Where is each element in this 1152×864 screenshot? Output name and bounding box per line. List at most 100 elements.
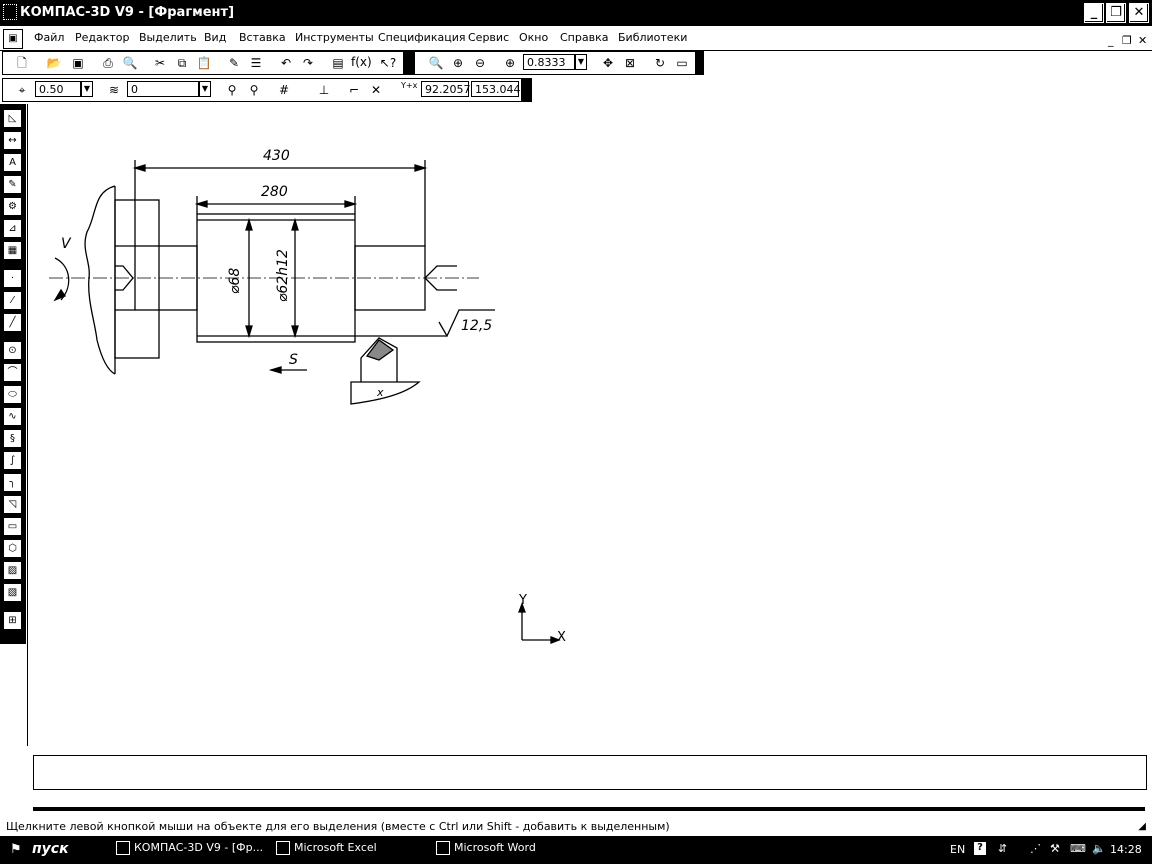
- minimize-button[interactable]: _: [1084, 3, 1104, 23]
- tray-icon-2[interactable]: ⚒: [1050, 842, 1060, 855]
- refresh-icon[interactable]: ↻: [651, 54, 669, 72]
- coord-x-field[interactable]: 92.2057: [421, 81, 471, 97]
- menu-specification[interactable]: Спецификация: [378, 31, 465, 44]
- tool-label: x: [376, 386, 384, 399]
- polyline-icon[interactable]: ∿: [4, 408, 21, 425]
- volume-icon[interactable]: 🔈: [1092, 842, 1106, 855]
- help-pointer-icon[interactable]: ↖?: [379, 54, 397, 72]
- layer-dropdown[interactable]: ▼: [199, 81, 211, 97]
- select-icon[interactable]: ▦: [4, 242, 21, 259]
- variables-button[interactable]: f(x): [351, 55, 372, 69]
- cursor-step-dropdown[interactable]: ▼: [81, 81, 93, 97]
- snap-icon[interactable]: ⚲: [223, 81, 241, 99]
- zoom-value-field[interactable]: 0.8333: [523, 54, 575, 70]
- menu-libraries[interactable]: Библиотеки: [618, 31, 687, 44]
- paste-icon[interactable]: 📋: [195, 54, 213, 72]
- redo-icon[interactable]: ↷: [299, 54, 317, 72]
- task-word[interactable]: Microsoft Word: [436, 841, 586, 855]
- ortho-icon[interactable]: ⌐: [345, 81, 363, 99]
- zoom-dropdown[interactable]: ▼: [575, 54, 587, 70]
- manager-icon[interactable]: ▤: [329, 54, 347, 72]
- menu-select[interactable]: Выделить: [139, 31, 197, 44]
- drawing-area[interactable]: 430 280 ⌀68 ⌀62h12 12,5 S V x Y X: [27, 104, 1152, 746]
- doc-close-button[interactable]: ✕: [1138, 34, 1147, 47]
- chamfer-icon[interactable]: ◹: [4, 496, 21, 513]
- local-snap-icon[interactable]: ⚲: [245, 81, 263, 99]
- close-button[interactable]: ✕: [1129, 3, 1149, 23]
- param-icon[interactable]: ⚙: [4, 198, 21, 215]
- zoom-in-icon[interactable]: ⊕: [449, 54, 467, 72]
- menu-file[interactable]: Файл: [34, 31, 64, 44]
- menu-service[interactable]: Сервис: [468, 31, 509, 44]
- menu-help[interactable]: Справка: [560, 31, 608, 44]
- preview-icon[interactable]: 🔍: [121, 54, 139, 72]
- resize-grip-icon[interactable]: ◢: [1138, 818, 1146, 836]
- task-excel[interactable]: Microsoft Excel: [276, 841, 426, 855]
- hatch-icon[interactable]: ▨: [4, 562, 21, 579]
- zoom-out-icon[interactable]: ⊖: [471, 54, 489, 72]
- circle-icon[interactable]: ⊙: [4, 342, 21, 359]
- spline-icon[interactable]: §: [4, 430, 21, 447]
- zoom-window-icon[interactable]: 🔍: [427, 54, 445, 72]
- task-kompas[interactable]: КОМПАС-3D V9 - [Фр...: [116, 841, 266, 855]
- menu-insert[interactable]: Вставка: [239, 31, 286, 44]
- save-icon[interactable]: ▣: [69, 54, 87, 72]
- rectangle-icon[interactable]: ▭: [4, 518, 21, 535]
- cursor-step-field[interactable]: 0.50: [35, 81, 81, 97]
- measure-icon[interactable]: ⊿: [4, 220, 21, 237]
- new-file-icon[interactable]: 🗋: [13, 54, 31, 72]
- open-file-icon[interactable]: 📂: [45, 54, 63, 72]
- fill-icon[interactable]: ▧: [4, 584, 21, 601]
- tray-icon-3[interactable]: ⌨: [1070, 842, 1086, 855]
- menu-edit[interactable]: Редактор: [75, 31, 130, 44]
- param-icon[interactable]: ✕: [367, 81, 385, 99]
- layers-icon[interactable]: ≋: [105, 81, 123, 99]
- properties-panel[interactable]: [33, 755, 1147, 790]
- macro-icon[interactable]: ⊞: [4, 612, 21, 629]
- print-icon[interactable]: ⎙: [99, 54, 117, 72]
- bezier-icon[interactable]: ∫: [4, 452, 21, 469]
- fillet-icon[interactable]: ╮: [4, 474, 21, 491]
- menu-tools[interactable]: Инструменты: [295, 31, 374, 44]
- step-icon[interactable]: ⌖: [13, 81, 31, 99]
- layer-field[interactable]: 0: [127, 81, 199, 97]
- start-flag-icon: ⚑: [10, 842, 22, 857]
- cut-icon[interactable]: ✂: [151, 54, 169, 72]
- doc-minimize-button[interactable]: _: [1108, 34, 1114, 47]
- tray-icon[interactable]: ⇵: [998, 842, 1007, 855]
- arc-icon[interactable]: ⌒: [4, 364, 21, 381]
- grid-icon[interactable]: #: [275, 81, 293, 99]
- language-indicator[interactable]: EN: [950, 843, 965, 856]
- network-icon[interactable]: ⋰: [1030, 842, 1041, 855]
- properties-icon[interactable]: ☰: [247, 54, 265, 72]
- coord-y-field[interactable]: 153.044: [471, 81, 521, 97]
- start-button[interactable]: ⚑ пуск: [0, 836, 100, 864]
- ellipse-icon[interactable]: ⬭: [4, 386, 21, 403]
- app-icon[interactable]: [3, 4, 17, 20]
- symbols-icon[interactable]: A: [4, 154, 21, 171]
- pan-icon[interactable]: ✥: [599, 54, 617, 72]
- show-all-icon[interactable]: ⊠: [621, 54, 639, 72]
- doc-restore-button[interactable]: ❐: [1122, 34, 1132, 47]
- maximize-button[interactable]: ❐: [1106, 3, 1126, 23]
- zoom-scale-icon[interactable]: ⊕: [501, 54, 519, 72]
- undo-icon[interactable]: ↶: [277, 54, 295, 72]
- clock[interactable]: 14:28: [1110, 843, 1142, 856]
- dimensions-icon[interactable]: ↔: [4, 132, 21, 149]
- help-tray-icon[interactable]: ?: [974, 842, 986, 855]
- menu-window[interactable]: Окно: [519, 31, 548, 44]
- aux-line-icon[interactable]: ⁄: [4, 292, 21, 309]
- document-icon[interactable]: ▣: [3, 29, 23, 49]
- drawing-svg: 430 280 ⌀68 ⌀62h12 12,5 S V x Y X: [49, 148, 566, 645]
- local-cs-icon[interactable]: ⊥: [315, 81, 333, 99]
- copy-icon[interactable]: ⧉: [173, 54, 191, 72]
- edit-icon[interactable]: ✎: [4, 176, 21, 193]
- standard-toolbar: 🗋 📂 ▣ ⎙ 🔍 ✂ ⧉ 📋 ✎ ☰ ↶ ↷ ▤ f(x) ↖? 🔍 ⊕ ⊖ …: [2, 51, 704, 75]
- polygon-icon[interactable]: ⬡: [4, 540, 21, 557]
- screen-icon[interactable]: ▭: [673, 54, 691, 72]
- menu-view[interactable]: Вид: [204, 31, 226, 44]
- segment-icon[interactable]: ╱: [4, 314, 21, 331]
- format-brush-icon[interactable]: ✎: [225, 54, 243, 72]
- point-icon[interactable]: ·: [4, 270, 21, 287]
- geometry-icon[interactable]: ◺: [4, 110, 21, 127]
